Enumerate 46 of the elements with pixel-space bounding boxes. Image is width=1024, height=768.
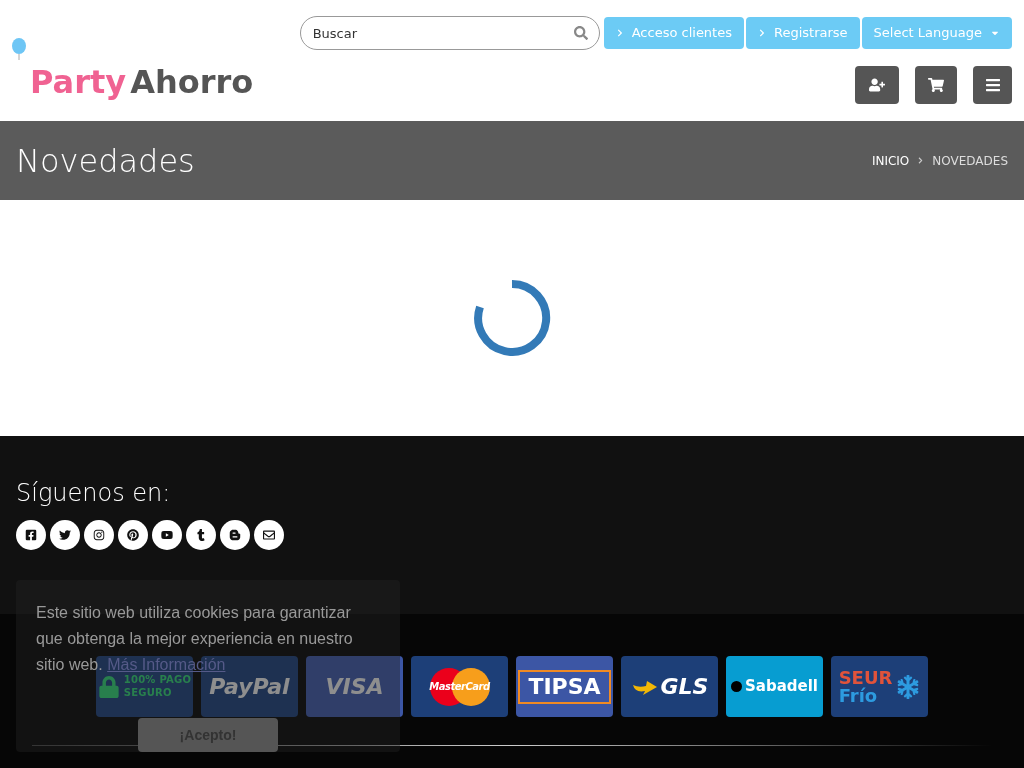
page-title: Novedades (16, 140, 195, 182)
chevron-icon (758, 29, 766, 37)
logo-text: PayPal (209, 675, 290, 698)
logo-text: 100% PAGO SEGURO (123, 674, 192, 699)
social-button[interactable] (16, 520, 46, 550)
logo[interactable]: PartyAhorro (12, 38, 254, 98)
follow-title: Síguenos en: (16, 478, 172, 508)
logo-text: TIPSA (518, 669, 611, 704)
swoosh-arrow-icon (630, 678, 657, 695)
social-button[interactable] (118, 520, 148, 550)
breadcrumb-link[interactable]: NOVEDADES (932, 151, 1008, 170)
camera-icon (93, 529, 105, 541)
chevron-icon (917, 157, 925, 164)
search-field[interactable]: Buscar (299, 16, 600, 50)
search-icon[interactable] (573, 26, 588, 40)
social-button[interactable] (220, 520, 250, 550)
social-button[interactable] (84, 520, 114, 550)
menu-button[interactable] (973, 66, 1012, 104)
letter-b-icon (229, 529, 241, 541)
logo-text: Sabadell (745, 679, 818, 694)
menu-icon (984, 77, 1001, 93)
social-button[interactable] (152, 520, 182, 550)
logo-text: GLS (660, 675, 709, 698)
social-button[interactable] (254, 520, 284, 550)
envelope-icon (263, 529, 275, 541)
link-button[interactable]: Registrarse (746, 17, 860, 49)
balloon-icon (12, 38, 26, 60)
social-button[interactable] (50, 520, 80, 550)
facebook-icon (25, 529, 37, 541)
cart-icon (928, 77, 944, 93)
language-dropdown[interactable]: Select Language (861, 17, 1012, 49)
snowflake-icon (896, 674, 921, 699)
add-user-icon (869, 77, 885, 93)
link-button[interactable]: Acceso clientes (603, 17, 744, 49)
letter-t-icon (195, 529, 207, 541)
shield-lock-icon (97, 675, 120, 698)
cart-button[interactable] (915, 66, 957, 104)
add-user-button[interactable] (855, 66, 899, 104)
play-icon (161, 529, 173, 541)
chevron-icon (615, 29, 624, 37)
bird-icon (59, 529, 71, 541)
social-button[interactable] (186, 520, 216, 550)
breadcrumb-link[interactable]: INICIO (871, 151, 910, 170)
logo-text: SEUR Frío (838, 668, 893, 705)
pin-icon (127, 529, 139, 541)
logo-text: VISA (325, 675, 384, 698)
